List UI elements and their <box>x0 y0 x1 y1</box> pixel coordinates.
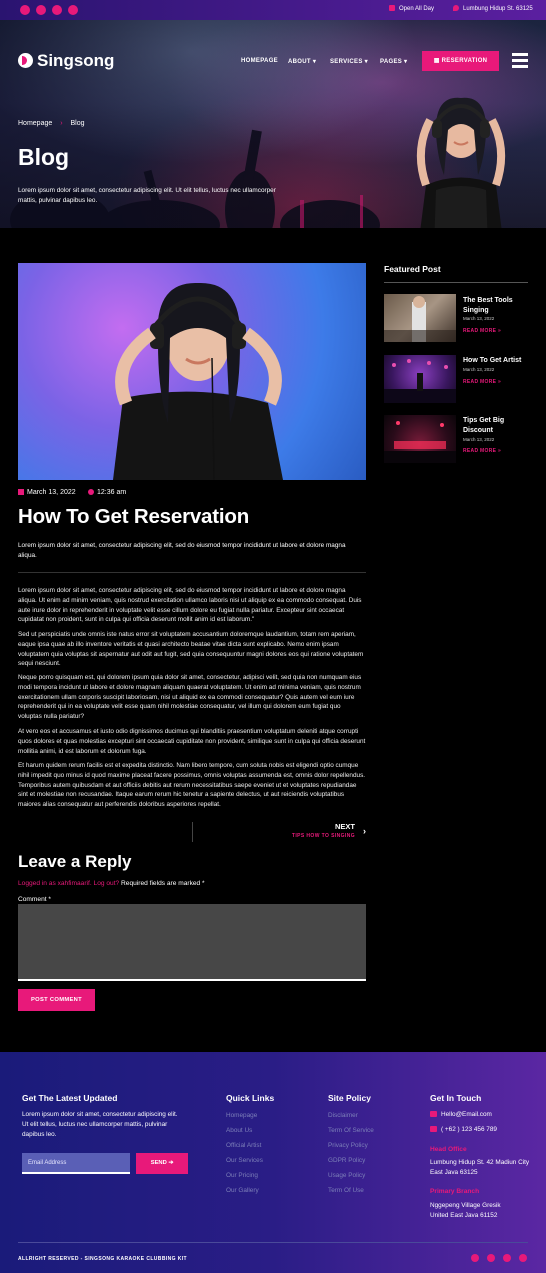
post-paragraph: Neque porro quisquam est, qui dolorem ip… <box>18 674 362 721</box>
post-paragraph: Sed ut perspiciatis unde omnis iste natu… <box>18 631 364 668</box>
twitter-icon[interactable] <box>36 5 46 15</box>
logo-icon[interactable] <box>18 53 33 68</box>
comment-label: Comment * <box>18 896 51 903</box>
location-pin-icon <box>453 5 459 11</box>
page-title: Blog <box>18 144 70 170</box>
footer-link[interactable]: Term Of Use <box>328 1187 364 1194</box>
post-paragraph: At vero eos et accusamus et iusto odio d… <box>18 728 366 755</box>
contact-phone[interactable]: ( +62 ) 123 456 789 <box>430 1125 497 1135</box>
footer-link[interactable]: Our Services <box>226 1157 263 1164</box>
post-date: March 13, 2022 <box>18 489 76 496</box>
footer-link[interactable]: Official Artist <box>226 1142 261 1149</box>
featured-post-title[interactable]: How To Get Artist <box>463 356 533 366</box>
calendar-icon <box>389 5 395 11</box>
phone-icon <box>430 1126 437 1132</box>
post-time: 12:36 am <box>88 489 126 496</box>
nav-homepage[interactable]: HOMEPAGE <box>241 58 278 64</box>
divider <box>18 572 366 573</box>
footer-link[interactable]: Privacy Policy <box>328 1142 368 1149</box>
get-in-touch-heading: Get In Touch <box>430 1093 482 1103</box>
top-bar: Open All Day Lumbung Hidup St. 63125 <box>0 0 546 20</box>
post-paragraph: Et harum quidem rerum facilis est et exp… <box>18 762 366 809</box>
chevron-down-icon: ▾ <box>364 59 368 65</box>
featured-post-thumbnail[interactable] <box>384 294 456 342</box>
envelope-icon <box>430 1111 437 1117</box>
footer-link[interactable]: Our Pricing <box>226 1172 258 1179</box>
read-more-link[interactable]: READ MORE » <box>463 328 501 334</box>
footer-link[interactable]: Term Of Service <box>328 1127 374 1134</box>
post-lead: Lorem ipsum dolor sit amet, consectetur … <box>18 542 346 559</box>
read-more-link[interactable]: READ MORE » <box>463 379 501 385</box>
featured-post-date: March 13, 2022 <box>463 367 495 372</box>
post-title: How To Get Reservation <box>18 505 250 528</box>
read-more-link[interactable]: READ MORE » <box>463 448 501 454</box>
breadcrumb-home[interactable]: Homepage <box>18 120 52 127</box>
nav-pages[interactable]: PAGES ▾ <box>380 58 407 65</box>
instagram-icon[interactable] <box>519 1254 527 1262</box>
primary-branch-address: Nggepeng Village Gresik United East Java… <box>430 1202 501 1219</box>
post-featured-image <box>18 263 366 480</box>
footer-link[interactable]: GDPR Policy <box>328 1157 365 1164</box>
hero-banner: Singsong HOMEPAGE ABOUT ▾ SERVICES ▾ PAG… <box>0 20 546 228</box>
copyright: ALLRIGHT RESERVED - SINGSONG KARAOKE CLU… <box>18 1256 187 1262</box>
calendar-icon <box>18 489 24 495</box>
nav-about[interactable]: ABOUT ▾ <box>288 58 316 65</box>
featured-post-thumbnail[interactable] <box>384 355 456 403</box>
hero-description: Lorem ipsum dolor sit amet, consectetur … <box>18 187 276 204</box>
chevron-down-icon: ▾ <box>404 59 408 65</box>
instagram-icon[interactable] <box>68 5 78 15</box>
footer-link[interactable]: Homepage <box>226 1112 257 1119</box>
opening-hours: Open All Day <box>389 5 434 12</box>
chevron-right-icon: › <box>363 826 366 836</box>
primary-branch-label: Primary Branch <box>430 1188 480 1195</box>
footer-link[interactable]: Disclaimer <box>328 1112 358 1119</box>
breadcrumb: Homepage › Blog <box>18 120 85 127</box>
featured-post-date: March 13, 2022 <box>463 437 495 442</box>
featured-post-title[interactable]: The Best Tools Singing <box>463 296 533 315</box>
next-post-link[interactable]: NEXT TIPS HOW TO SINGING › <box>192 822 366 842</box>
chevron-right-icon: › <box>60 120 63 127</box>
footer-link[interactable]: Usage Policy <box>328 1172 365 1179</box>
nav-services[interactable]: SERVICES ▾ <box>330 58 368 65</box>
chevron-down-icon: ▾ <box>312 59 317 65</box>
site-policy-heading: Site Policy <box>328 1093 371 1103</box>
arrow-right-icon: ➔ <box>168 1160 174 1166</box>
comment-textarea[interactable] <box>18 904 366 981</box>
clock-icon <box>88 489 94 495</box>
divider <box>384 282 528 283</box>
head-office-label: Head Office <box>430 1146 467 1153</box>
footer-link[interactable]: About Us <box>226 1127 252 1134</box>
dj-girl-image <box>416 97 506 228</box>
logged-in-user-link[interactable]: Logged in as xahfimaarif. <box>18 880 92 887</box>
hamburger-menu-icon[interactable] <box>512 53 528 68</box>
quick-links-heading: Quick Links <box>226 1093 275 1103</box>
logout-link[interactable]: Log out? <box>94 880 120 887</box>
logged-in-note: Logged in as xahfimaarif. Log out? Requi… <box>18 880 205 887</box>
featured-post-thumbnail[interactable] <box>384 415 456 463</box>
footer-link[interactable]: Our Gallery <box>226 1187 259 1194</box>
newsletter-send-button[interactable]: SEND ➔ <box>136 1153 188 1174</box>
divider <box>18 1242 528 1243</box>
newsletter-heading: Get The Latest Updated <box>22 1093 118 1103</box>
youtube-icon[interactable] <box>52 5 62 15</box>
brand-logo[interactable]: Singsong <box>37 51 114 71</box>
twitter-icon[interactable] <box>487 1254 495 1262</box>
newsletter-email-input[interactable]: Email Address <box>22 1153 130 1174</box>
facebook-icon[interactable] <box>20 5 30 15</box>
head-office-address: Lumbung Hidup St. 42 Madiun City East Ja… <box>430 1159 530 1176</box>
featured-post-title[interactable]: Tips Get Big Discount <box>463 416 533 435</box>
newsletter-description: Lorem ipsum dolor sit amet, consectetur … <box>22 1111 178 1138</box>
facebook-icon[interactable] <box>471 1254 479 1262</box>
contact-email[interactable]: Hello@Email.com <box>430 1110 492 1120</box>
calendar-icon: ▦ <box>433 58 440 64</box>
featured-post-date: March 13, 2022 <box>463 316 495 321</box>
reply-heading: Leave a Reply <box>18 852 132 871</box>
topbar-address: Lumbung Hidup St. 63125 <box>453 5 533 12</box>
reservation-button[interactable]: ▦ RESERVATION <box>422 51 499 71</box>
breadcrumb-current: Blog <box>70 120 85 127</box>
sidebar-title: Featured Post <box>384 264 441 274</box>
youtube-icon[interactable] <box>503 1254 511 1262</box>
post-paragraph: Lorem ipsum dolor sit amet, consectetur … <box>18 587 362 624</box>
post-comment-button[interactable]: POST COMMENT <box>18 989 95 1011</box>
